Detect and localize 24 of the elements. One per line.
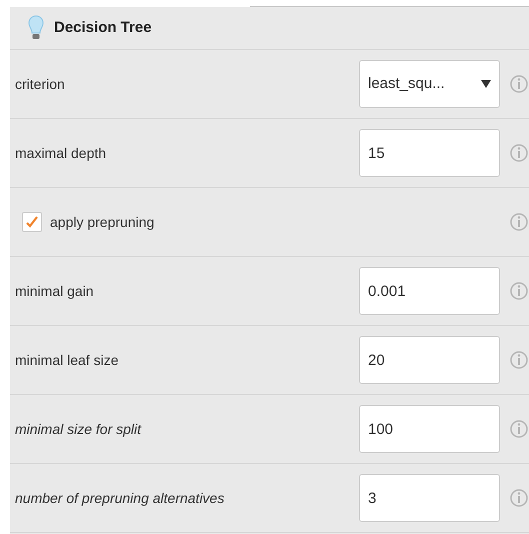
parameter-label: minimal size for split bbox=[15, 420, 142, 439]
info-icon[interactable] bbox=[508, 143, 529, 163]
input-field[interactable]: 3 bbox=[359, 474, 500, 522]
info-icon[interactable] bbox=[508, 419, 529, 439]
panel-title: Decision Tree bbox=[54, 18, 152, 38]
input-field[interactable]: 0.001 bbox=[359, 267, 500, 315]
caret-icon bbox=[481, 80, 491, 88]
info-icon[interactable] bbox=[508, 350, 529, 370]
parameter-label: number of prepruning alternatives bbox=[15, 488, 226, 508]
checkbox-label: apply prepruning bbox=[50, 212, 156, 232]
info-icon[interactable] bbox=[508, 488, 529, 508]
input-field[interactable]: 20 bbox=[359, 336, 500, 384]
parameter-label: minimal gain bbox=[15, 282, 95, 301]
parameter-label: criterion bbox=[15, 74, 66, 94]
lightbulb-icon bbox=[28, 15, 44, 41]
input-field[interactable]: 15 bbox=[359, 129, 500, 177]
parameter-label: maximal depth bbox=[15, 144, 108, 163]
parameter-label: minimal leaf size bbox=[15, 350, 120, 370]
info-icon[interactable] bbox=[508, 281, 529, 301]
info-icon[interactable] bbox=[508, 212, 529, 232]
info-icon[interactable] bbox=[508, 74, 529, 94]
checkbox[interactable] bbox=[22, 212, 42, 232]
input-field[interactable]: 100 bbox=[359, 405, 500, 453]
criterion-dropdown[interactable]: least_squ... bbox=[359, 60, 500, 108]
